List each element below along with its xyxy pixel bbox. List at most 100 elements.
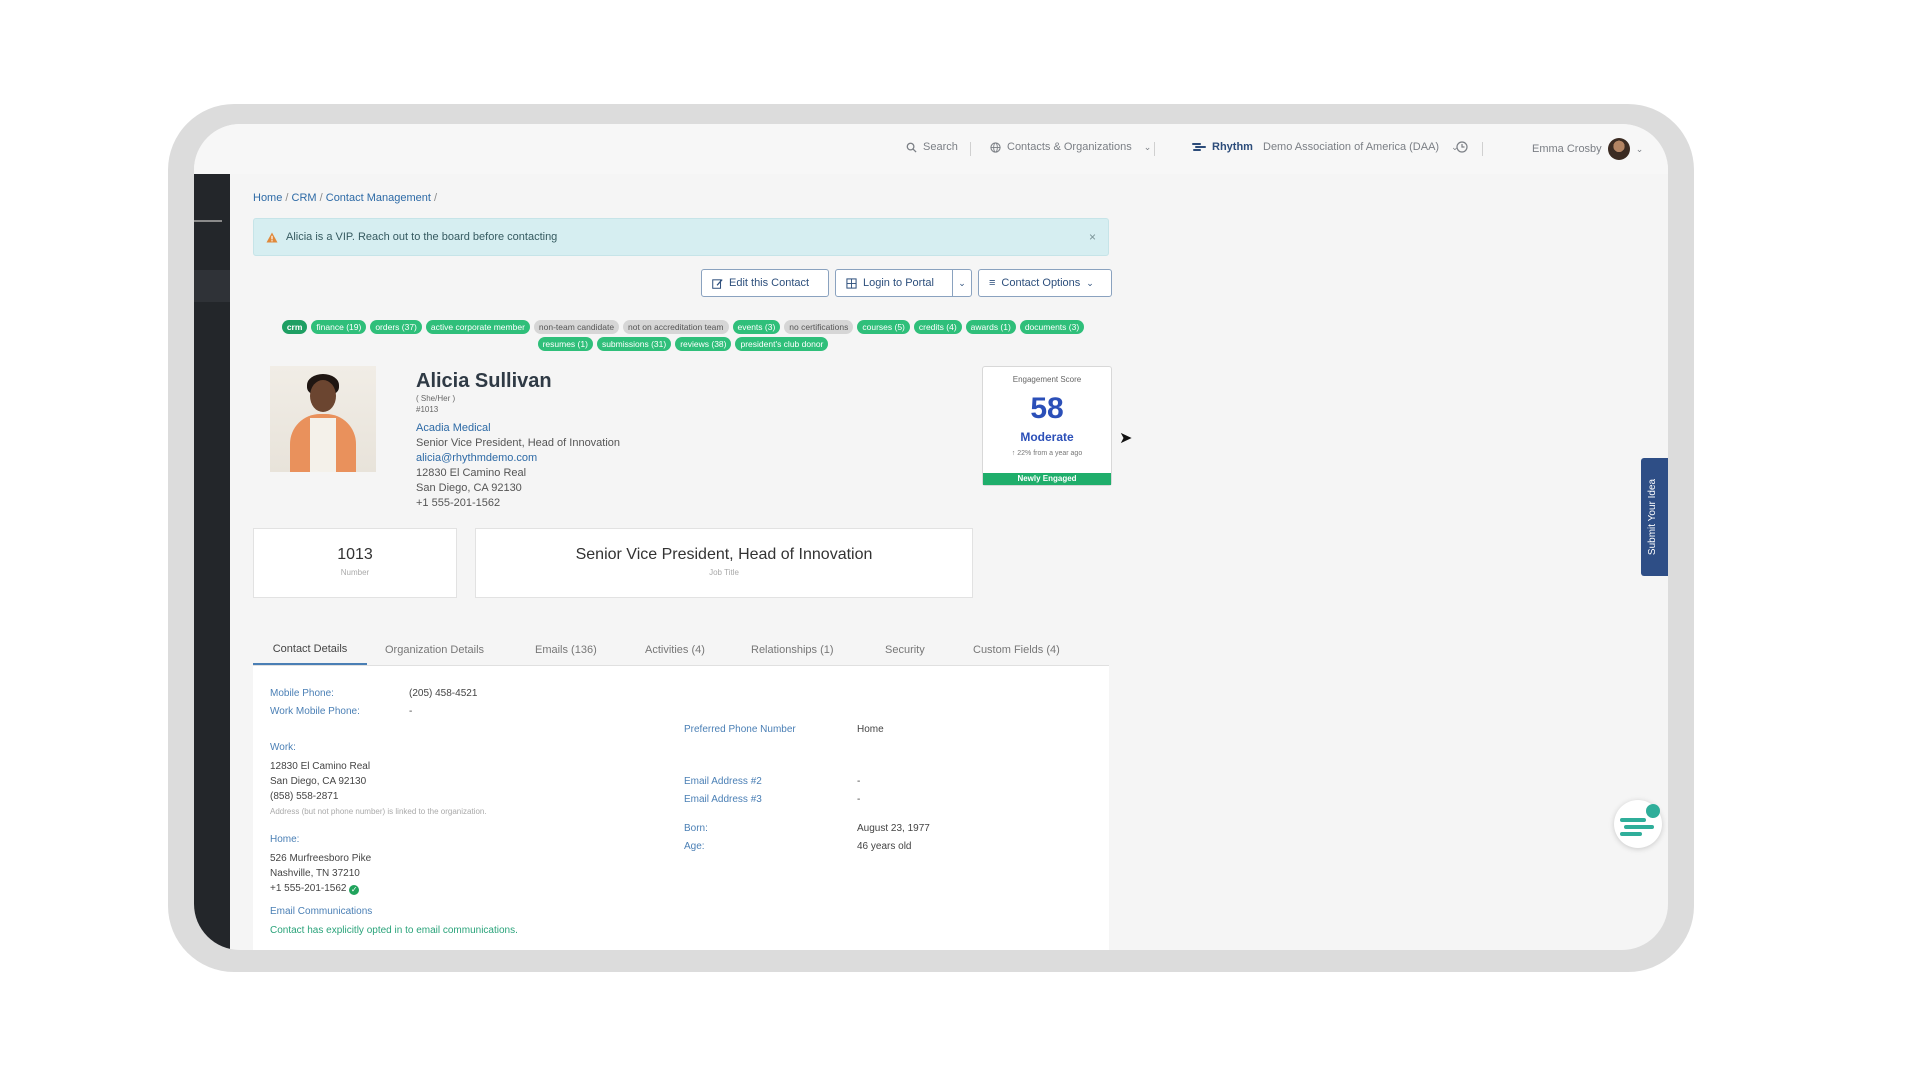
engagement-score-card[interactable]: Engagement Score 58 Moderate ↑ 22% from … <box>982 366 1112 486</box>
email-communications-block: Email Communications Contact has explici… <box>270 904 518 938</box>
engagement-status-band: Newly Engaged <box>983 473 1111 485</box>
tag-badge[interactable]: orders (37) <box>370 320 422 334</box>
work-phone: (858) 558-2871 <box>270 791 339 802</box>
vip-alert: Alicia is a VIP. Reach out to the board … <box>253 218 1109 256</box>
born-label: Born: <box>684 823 708 834</box>
born-value-cell: August 23, 1977 <box>857 821 930 836</box>
tab-activities[interactable]: Activities (4) <box>645 634 705 665</box>
tab-organization-details[interactable]: Organization Details <box>385 634 484 665</box>
tag-badge[interactable]: active corporate member <box>425 320 530 334</box>
contact-options-button[interactable]: ≡ Contact Options ⌄ <box>978 269 1112 297</box>
submit-idea-label: Submit Your Idea <box>1647 478 1658 556</box>
sidebar-toggle[interactable] <box>194 220 222 222</box>
login-to-portal-button[interactable]: Login to Portal <box>835 269 953 297</box>
tab-relationships[interactable]: Relationships (1) <box>751 634 834 665</box>
submit-idea-tab[interactable]: Submit Your Idea <box>1641 458 1668 576</box>
engagement-change: ↑ 22% from a year ago <box>983 450 1111 457</box>
tag-badge[interactable]: no certifications <box>784 320 854 334</box>
breadcrumb-contact-management[interactable]: Contact Management <box>326 192 431 204</box>
detail-tabs: Contact Details Organization Details Ema… <box>253 634 1109 666</box>
contact-pronouns: ( She/Her ) <box>416 394 456 403</box>
tag-badge[interactable]: finance (19) <box>311 320 367 334</box>
tab-security[interactable]: Security <box>885 634 925 665</box>
breadcrumb: Home / CRM / Contact Management / <box>253 192 438 204</box>
chat-logo-bar <box>1620 818 1646 822</box>
contact-organization-link[interactable]: Acadia Medical <box>416 421 620 436</box>
globe-icon <box>990 141 1001 153</box>
clock-icon <box>1456 141 1468 153</box>
search-label: Search <box>923 141 958 153</box>
sidebar-active-item[interactable] <box>194 270 230 302</box>
photo-shirt <box>310 418 336 472</box>
user-name: Emma Crosby <box>1532 143 1602 155</box>
tag-badge[interactable]: documents (3) <box>1019 320 1085 334</box>
tag-badge[interactable]: not on accreditation team <box>623 320 729 334</box>
work-mobile-row: Work Mobile Phone: <box>270 704 360 719</box>
login-to-portal-label: Login to Portal <box>863 277 934 289</box>
tag-badge[interactable]: crm <box>281 320 308 334</box>
tag-badge[interactable]: president's club donor <box>735 337 829 351</box>
edit-contact-button[interactable]: Edit this Contact <box>701 269 829 297</box>
chat-logo-bar <box>1624 825 1654 829</box>
app-screen: Search Contacts & Organizations ⌄ Rhythm… <box>194 124 1668 950</box>
tab-emails[interactable]: Emails (136) <box>535 634 597 665</box>
chevron-down-icon: ⌄ <box>1143 141 1152 152</box>
engagement-score-value: 58 <box>1030 392 1064 425</box>
email3-value-cell: - <box>857 792 860 807</box>
left-sidebar <box>194 174 230 950</box>
tag-badge[interactable]: resumes (1) <box>537 337 593 351</box>
email2-value-cell: - <box>857 774 860 789</box>
contact-phone: +1 555-201-1562 <box>416 497 501 509</box>
born-value: August 23, 1977 <box>857 823 930 834</box>
tag-badge[interactable]: events (3) <box>732 320 781 334</box>
divider <box>970 142 971 156</box>
contacts-menu-label: Contacts & Organizations <box>1007 141 1132 153</box>
tag-list: crm finance (19) orders (37) active corpora… <box>253 320 1113 351</box>
search-button[interactable]: Search <box>906 141 958 153</box>
tag-badge[interactable]: reviews (38) <box>675 337 732 351</box>
edit-contact-label: Edit this Contact <box>729 277 810 289</box>
contact-details-panel: Mobile Phone: (205) 458-4521 Work Mobile… <box>253 666 1109 950</box>
organization-switcher[interactable]: Demo Association of America (DAA) ⌄ <box>1263 141 1459 153</box>
born-label-cell: Born: <box>684 821 708 836</box>
contact-profile: Alicia Sullivan ( She/Her ) #1013 Acadia… <box>416 369 620 511</box>
breadcrumb-home[interactable]: Home <box>253 192 282 204</box>
engagement-score-label: Engagement Score <box>1012 375 1082 384</box>
tag-badge[interactable]: credits (4) <box>913 320 962 334</box>
tag-badge[interactable]: submissions (31) <box>596 337 672 351</box>
chevron-down-icon: ⌄ <box>1635 143 1644 154</box>
chat-widget-button[interactable] <box>1614 800 1662 848</box>
chevron-down-icon: ⌄ <box>958 277 966 288</box>
close-icon[interactable]: × <box>1089 230 1096 244</box>
tab-custom-fields[interactable]: Custom Fields (4) <box>973 634 1060 665</box>
tab-contact-details[interactable]: Contact Details <box>253 634 367 665</box>
tag-badge[interactable]: awards (1) <box>965 320 1016 334</box>
contact-address-line1: 12830 El Camino Real <box>416 467 527 479</box>
verified-check-icon: ✓ <box>349 885 360 895</box>
tag-badge[interactable]: courses (5) <box>857 320 910 334</box>
top-bar: Search Contacts & Organizations ⌄ Rhythm… <box>194 124 1668 174</box>
chat-logo-bar <box>1620 832 1642 836</box>
work-address-block: Work: 12830 El Camino Real San Diego, CA… <box>270 740 487 819</box>
mobile-phone-label: Mobile Phone: <box>270 688 334 699</box>
work-address-note: Address (but not phone number) is linked… <box>270 807 487 816</box>
home-address-line1: 526 Murfreesboro Pike <box>270 853 372 864</box>
user-menu[interactable]: Emma Crosby ⌄ <box>1532 138 1643 160</box>
home-label: Home: <box>270 834 300 845</box>
history-button[interactable] <box>1456 141 1468 153</box>
contacts-organizations-menu[interactable]: Contacts & Organizations ⌄ <box>990 141 1151 153</box>
contact-name: Alicia Sullivan <box>416 370 552 392</box>
home-address-block: Home: 526 Murfreesboro Pike Nashville, T… <box>270 832 371 896</box>
age-label-cell: Age: <box>684 839 705 854</box>
age-label: Age: <box>684 841 705 852</box>
warning-icon <box>266 232 278 242</box>
breadcrumb-crm[interactable]: CRM <box>292 192 317 204</box>
preferred-phone-label: Preferred Phone Number <box>684 724 796 735</box>
number-caption: Number <box>340 568 370 577</box>
engagement-level: Moderate <box>1020 430 1074 444</box>
contact-email-link[interactable]: alicia@rhythmdemo.com <box>416 451 620 466</box>
contact-id: #1013 <box>416 405 439 414</box>
tag-badge[interactable]: non-team candidate <box>533 320 620 334</box>
login-portal-dropdown[interactable]: ⌄ <box>952 269 972 297</box>
work-mobile-value-cell: - <box>409 704 412 719</box>
